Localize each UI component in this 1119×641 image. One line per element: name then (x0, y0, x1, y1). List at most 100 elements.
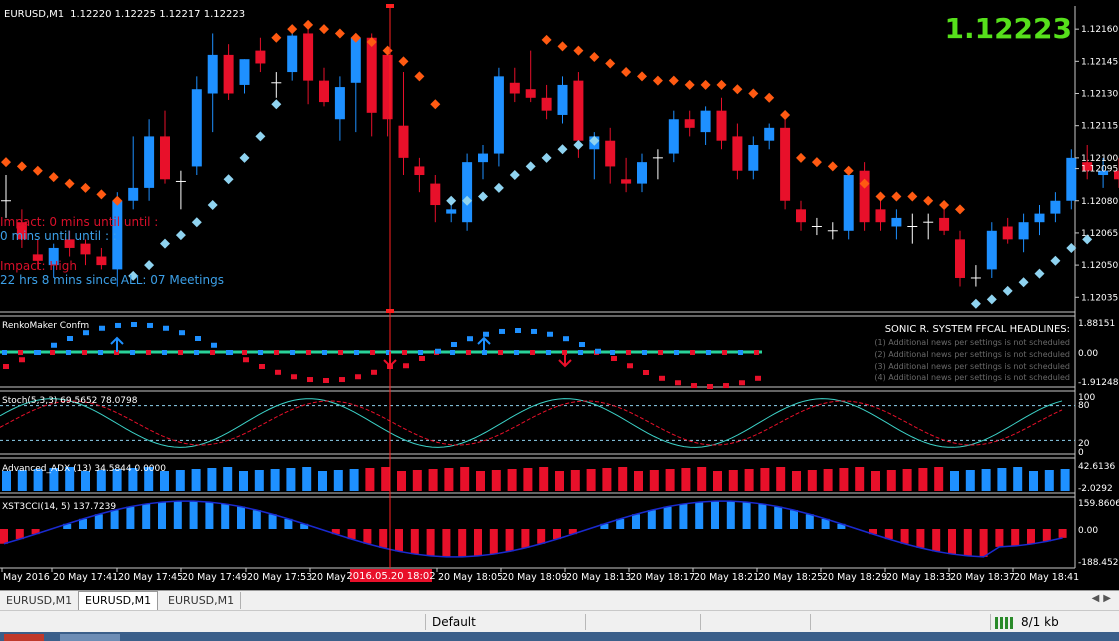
renko-marker (258, 350, 263, 355)
adx-bar (697, 467, 707, 491)
taskbar-item[interactable] (60, 634, 120, 641)
renko-dot (451, 342, 457, 347)
status-cell (700, 614, 781, 630)
adx-bar (792, 471, 801, 491)
cci-bar (205, 502, 214, 529)
adx-bar (744, 469, 754, 491)
stoch-axis-label: 80 (1078, 401, 1090, 411)
cci-bar (474, 529, 482, 556)
candle-body (96, 256, 107, 266)
renko-marker (162, 350, 167, 355)
candle-body (319, 80, 329, 103)
status-cell (585, 614, 666, 630)
renko-dot (115, 322, 121, 328)
cci-bar (995, 529, 1004, 547)
adx-bar (1029, 471, 1038, 491)
candle-body (764, 127, 775, 141)
os-taskbar (0, 632, 1119, 641)
chart-header: EURUSD,M1 1.12220 1.12225 1.12217 1.12223 (4, 9, 245, 20)
cci-bar (695, 502, 704, 529)
renko-dot (467, 336, 473, 342)
stoch-axis-label: 0 (1078, 448, 1084, 458)
renko-marker (306, 350, 311, 355)
renko-marker (498, 350, 503, 355)
time-tick-label: 20 May 17:49 (182, 572, 247, 583)
adx-bar (160, 471, 169, 491)
adx-bar (681, 468, 691, 491)
renko-dot (755, 375, 761, 381)
renko-marker (530, 350, 535, 355)
renko-dot (659, 375, 665, 381)
candle-body (939, 217, 950, 231)
crosshair-top-marker (386, 4, 394, 8)
chart-area[interactable]: 1.121601.121451.121301.121151.121001.120… (0, 0, 1119, 590)
renko-dot (51, 342, 57, 348)
candle-body (668, 119, 679, 154)
adx-bar (476, 471, 485, 491)
candle-body (1050, 200, 1061, 214)
adx-bar (81, 471, 90, 491)
cci-bar (758, 503, 767, 529)
news-line-4: 22 hrs 8 mins since ALL: 07 Meetings (0, 273, 224, 287)
renko-marker (514, 350, 519, 355)
candle-body (493, 76, 504, 154)
adx-bar (776, 467, 786, 491)
time-tick-label: May 2016 (3, 572, 50, 583)
status-connection[interactable]: 8/1 kb (990, 614, 1059, 630)
cci-bar (252, 510, 261, 529)
renko-marker (290, 350, 295, 355)
cci-bar (632, 514, 640, 529)
taskbar-start[interactable] (4, 634, 44, 641)
renko-marker (322, 350, 327, 355)
adx-bar (318, 471, 327, 491)
price-tick-label: 1.12115 (1081, 122, 1118, 132)
candle-body (748, 144, 759, 171)
cci-bar (426, 529, 435, 556)
tab-scroll-arrows[interactable]: ◀▶ (1092, 593, 1115, 604)
chart-tab-active[interactable]: EURUSD,M1 (78, 591, 159, 610)
chart-tab[interactable]: EURUSD,M1 (0, 592, 80, 609)
renko-marker (82, 350, 87, 355)
candle-body (334, 87, 345, 120)
price-axis: 1.121601.121451.121301.121151.121001.120… (1075, 25, 1118, 303)
status-profile[interactable]: Default (425, 614, 582, 630)
candle-body (382, 54, 393, 120)
candle-body (239, 59, 250, 85)
candle-body (287, 35, 298, 73)
time-tick-label: 20 May 18:29 (822, 572, 887, 583)
cci-bar (742, 502, 751, 529)
renko-dot (163, 325, 169, 331)
adx-bar (918, 468, 928, 491)
renko-dot (227, 350, 233, 355)
time-tick-label: 20 May 17:53 (247, 572, 312, 583)
tab-scroll-left-icon[interactable]: ◀ (1092, 593, 1104, 604)
adx-bar (254, 470, 264, 491)
renko-marker (418, 350, 423, 355)
renko-marker (354, 350, 359, 355)
renko-dot (211, 342, 217, 348)
tab-scroll-right-icon[interactable]: ▶ (1103, 593, 1115, 604)
candle-body (541, 97, 552, 111)
adx-bar (286, 468, 296, 491)
renko-marker (674, 350, 679, 355)
adx-bar (871, 471, 880, 491)
time-tick-label: 20 May 18:37 (950, 572, 1015, 583)
news-line-1: Impact: 0 mins until until : (0, 215, 158, 229)
adx-bar (934, 467, 944, 491)
adx-bar (2, 471, 11, 491)
chart-tab[interactable]: EURUSD,M1 (162, 592, 242, 609)
renko-marker (402, 350, 407, 355)
candle-body (144, 136, 155, 188)
candle-body (414, 166, 425, 176)
cci-bar (726, 501, 735, 529)
adx-axis-label: -2.0292 (1078, 484, 1113, 494)
renko-dot (243, 357, 249, 363)
renko-marker (2, 350, 7, 355)
candle-body (1034, 213, 1045, 223)
adx-bar (1044, 470, 1054, 491)
candle-body (573, 80, 584, 141)
time-tick-label: 20 May 18:33 (886, 572, 951, 583)
adx-bar (728, 470, 738, 491)
adx-bar (886, 470, 896, 491)
renko-dot (259, 364, 265, 369)
